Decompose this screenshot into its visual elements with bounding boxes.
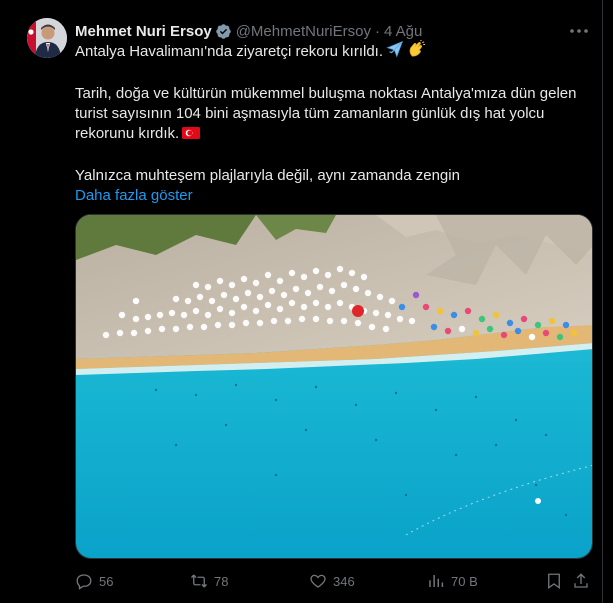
post-image[interactable] [75,214,593,559]
show-more-link[interactable]: Daha fazla göster [75,186,595,206]
more-options-icon[interactable] [568,22,590,40]
post-line-5: Yalnızca muhteşem plajlarıyla değil, ayn… [75,167,460,184]
like-count: 346 [333,573,355,589]
repost-icon [190,572,208,590]
post-line-1: Antalya Havalimanı'nda ziyaretçi rekoru … [75,39,595,64]
post-line-4-text: rekorunu kırdık. [75,125,180,142]
airplane-emoji [386,40,404,64]
post-line-4: rekorunu kırdık. [75,124,595,146]
views-button[interactable]: 70 B [427,570,478,592]
author-handle[interactable]: @MehmetNuriErsoy [236,23,371,40]
repost-count: 78 [214,573,229,589]
tweet[interactable]: Mehmet Nuri Ersoy @MehmetNuriErsoy · 4 A… [0,0,613,603]
post-line-3: turist sayısının 104 bini aşmasıyla tüm … [75,105,545,122]
turkey-flag-emoji [182,126,201,146]
post-header: Mehmet Nuri Ersoy @MehmetNuriErsoy · 4 A… [75,21,422,41]
views-count: 70 B [451,573,478,589]
reply-icon [75,572,93,590]
bookmark-button[interactable] [545,570,563,592]
verified-badge-icon[interactable] [215,23,232,40]
reply-count: 56 [99,573,114,589]
post-text: Antalya Havalimanı'nda ziyaretçi rekoru … [75,39,595,206]
bookmark-icon [545,572,563,590]
heart-icon [309,572,327,590]
views-chart-icon [427,572,445,590]
clapping-hands-emoji [407,39,425,64]
repost-button[interactable]: 78 [190,570,228,592]
share-icon [572,572,590,590]
action-bar: 56 78 346 70 B [75,570,595,592]
post-date[interactable]: 4 Ağu [384,23,422,40]
avatar[interactable] [27,18,67,58]
like-button[interactable]: 346 [309,570,355,592]
post-line-1-text: Antalya Havalimanı'nda ziyaretçi rekoru … [75,43,383,60]
author-name[interactable]: Mehmet Nuri Ersoy [75,23,212,40]
share-button[interactable] [572,570,590,592]
timeline-border [602,0,603,603]
separator-dot: · [374,22,380,40]
post-line-2: Tarih, doğa ve kültürün mükemmel buluşma… [75,85,577,102]
reply-button[interactable]: 56 [75,570,113,592]
